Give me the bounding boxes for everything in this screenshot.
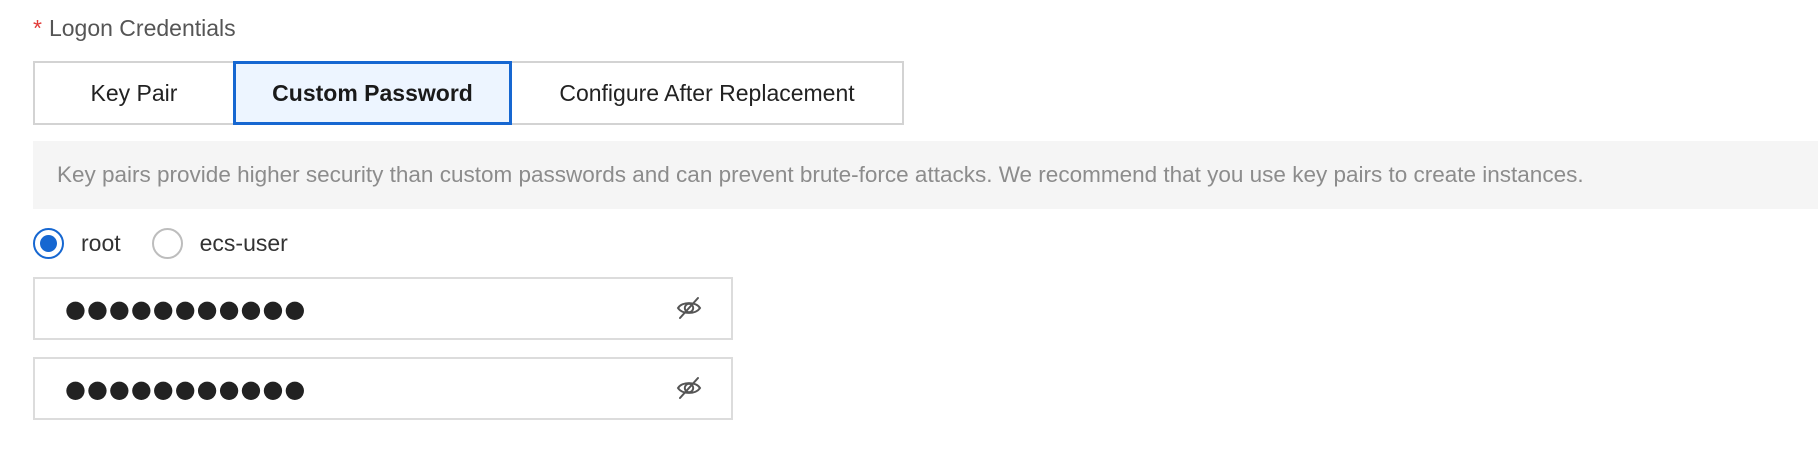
logon-credentials-section: * Logon Credentials Key Pair Custom Passw… (0, 0, 1818, 458)
radio-root-label: root (81, 229, 121, 256)
radio-option-root[interactable]: root (33, 227, 121, 259)
credential-type-tabs: Key Pair Custom Password Configure After… (33, 61, 904, 125)
logon-user-radio-group: root ecs-user (33, 227, 319, 259)
radio-ecs-user-label: ecs-user (199, 229, 288, 256)
confirm-password-input[interactable] (65, 359, 645, 418)
confirm-password-field (33, 357, 733, 420)
radio-option-ecs-user[interactable]: ecs-user (151, 227, 288, 259)
security-notice: Key pairs provide higher security than c… (33, 141, 1818, 209)
logon-credentials-label-text: Logon Credentials (48, 15, 236, 41)
radio-ecs-user[interactable] (151, 227, 183, 259)
logon-credentials-label: * Logon Credentials (33, 14, 236, 42)
eye-slash-icon[interactable] (675, 294, 703, 322)
radio-root[interactable] (33, 227, 64, 259)
tab-custom-password[interactable]: Custom Password (233, 61, 512, 125)
security-notice-text: Key pairs provide higher security than c… (57, 162, 1584, 187)
tab-key-pair[interactable]: Key Pair (33, 61, 235, 125)
required-marker: * (33, 15, 42, 41)
tab-configure-after-replacement[interactable]: Configure After Replacement (510, 61, 904, 125)
eye-slash-icon[interactable] (675, 374, 703, 402)
password-field (33, 277, 733, 340)
password-input[interactable] (65, 279, 645, 338)
